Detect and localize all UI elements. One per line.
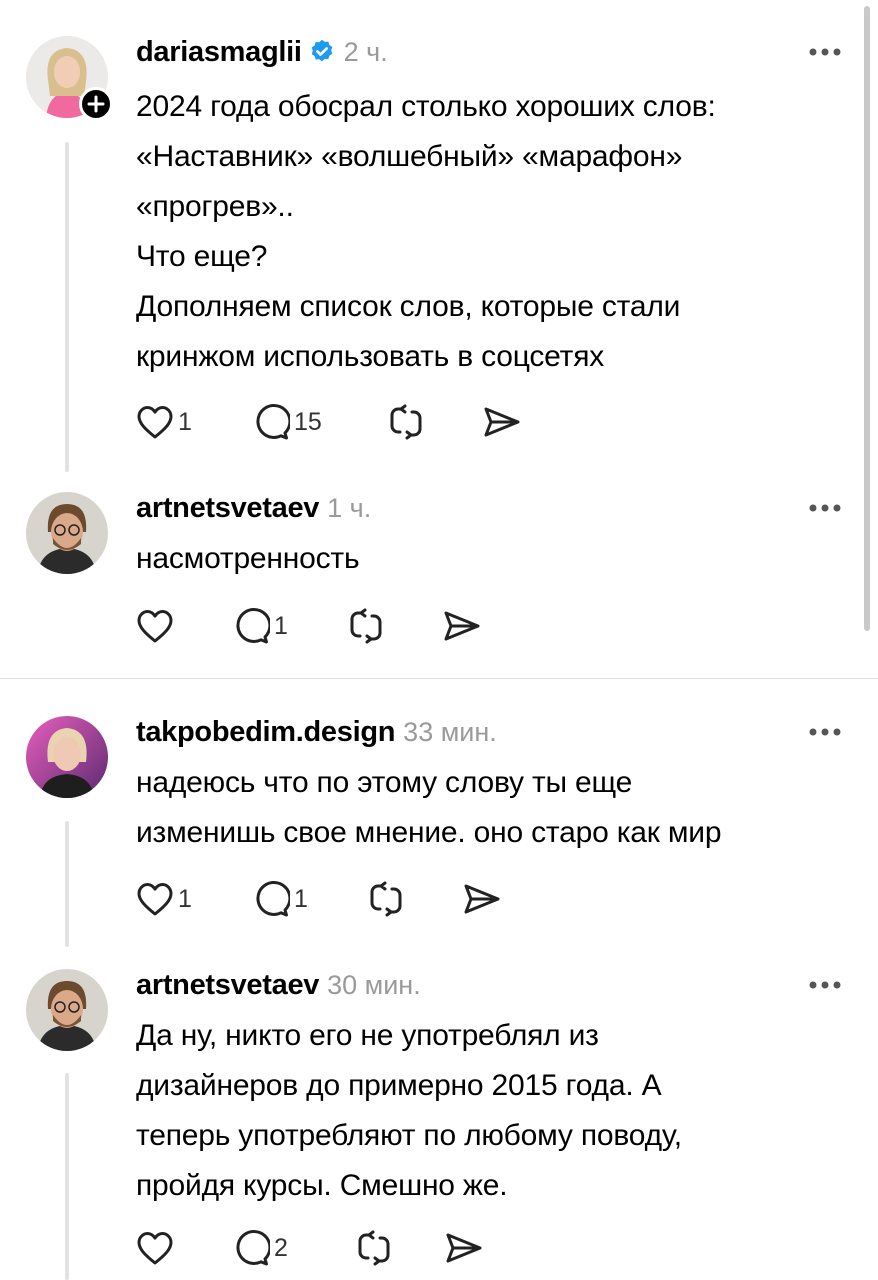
like-count: 1 bbox=[178, 884, 192, 913]
verified-icon bbox=[311, 39, 332, 62]
more-icon[interactable] bbox=[808, 979, 842, 991]
post-actions: 1 bbox=[136, 606, 482, 646]
repost-icon bbox=[350, 608, 382, 644]
share-icon bbox=[484, 407, 520, 437]
heart-icon bbox=[137, 406, 173, 439]
repost-button[interactable] bbox=[354, 1228, 444, 1268]
more-icon[interactable] bbox=[808, 726, 842, 738]
post-text: насмотренность bbox=[136, 542, 360, 575]
repost-button[interactable] bbox=[386, 402, 482, 442]
comment-button[interactable]: 1 bbox=[252, 880, 366, 918]
heart-icon bbox=[137, 883, 173, 916]
repost-icon bbox=[370, 881, 402, 917]
thread-line bbox=[65, 142, 69, 472]
comment-button[interactable]: 15 bbox=[252, 403, 386, 441]
reply-artnetsvetaev-1: artnetsvetaev 1 ч. насмотренность 1 bbox=[0, 480, 878, 678]
username[interactable]: artnetsvetaev bbox=[136, 492, 319, 525]
share-button[interactable] bbox=[482, 404, 522, 440]
repost-button[interactable] bbox=[366, 879, 462, 919]
share-button[interactable] bbox=[442, 608, 482, 644]
more-icon[interactable] bbox=[808, 502, 842, 514]
post-time: 2 ч. bbox=[343, 36, 388, 67]
like-button[interactable]: 1 bbox=[136, 404, 252, 440]
post-time: 33 мин. bbox=[403, 716, 497, 747]
heart-icon bbox=[137, 1232, 173, 1265]
avatar[interactable] bbox=[26, 969, 108, 1051]
share-button[interactable] bbox=[462, 881, 502, 917]
share-icon bbox=[444, 611, 480, 641]
username[interactable]: takpobedim.design bbox=[136, 716, 395, 749]
username[interactable]: artnetsvetaev bbox=[136, 969, 319, 1002]
post-time: 30 мин. bbox=[327, 969, 421, 1000]
comment-button[interactable]: 1 bbox=[232, 607, 346, 645]
heart-icon bbox=[137, 610, 173, 643]
thread-line bbox=[65, 1073, 69, 1280]
follow-button[interactable] bbox=[79, 87, 113, 121]
like-button[interactable] bbox=[136, 608, 232, 644]
repost-icon bbox=[358, 1230, 390, 1266]
repost-button[interactable] bbox=[346, 606, 442, 646]
like-button[interactable] bbox=[136, 1230, 232, 1266]
comment-count: 1 bbox=[274, 611, 288, 640]
like-button[interactable]: 1 bbox=[136, 881, 252, 917]
comment-icon bbox=[256, 881, 290, 917]
username[interactable]: dariasmaglii bbox=[136, 36, 302, 69]
thread-line bbox=[65, 821, 69, 947]
comment-icon bbox=[256, 404, 290, 440]
post-text: Да ну, никто его не употреблял из дизайн… bbox=[136, 1019, 682, 1202]
post-dariasmaglii: dariasmaglii 2 ч. 2024 года обосрал стол… bbox=[0, 0, 878, 480]
share-button[interactable] bbox=[444, 1230, 484, 1266]
reply-artnetsvetaev-2: artnetsvetaev 30 мин. Да ну, никто его н… bbox=[0, 949, 878, 1280]
comment-button[interactable]: 2 bbox=[232, 1229, 354, 1267]
repost-icon bbox=[390, 404, 422, 440]
post-time: 1 ч. bbox=[327, 492, 372, 523]
post-actions: 1 15 bbox=[136, 402, 522, 442]
avatar[interactable] bbox=[26, 492, 108, 574]
post-actions: 1 1 bbox=[136, 879, 502, 919]
comment-count: 15 bbox=[294, 407, 322, 436]
avatar[interactable] bbox=[26, 716, 108, 798]
comment-count: 1 bbox=[294, 884, 308, 913]
share-icon bbox=[446, 1233, 482, 1263]
plus-icon bbox=[87, 95, 105, 113]
more-icon[interactable] bbox=[808, 46, 842, 58]
share-icon bbox=[464, 884, 500, 914]
comment-count: 2 bbox=[274, 1233, 288, 1262]
comment-icon bbox=[236, 608, 270, 644]
post-text: надеюсь что по этому слову ты еще измени… bbox=[136, 766, 722, 849]
comment-icon bbox=[236, 1230, 270, 1266]
like-count: 1 bbox=[178, 407, 192, 436]
scrollbar[interactable] bbox=[864, 6, 870, 631]
post-text: 2024 года обосрал столько хороших слов: … bbox=[136, 90, 716, 373]
post-actions: 2 bbox=[136, 1228, 484, 1268]
reply-takpobedim: takpobedim.design 33 мин. надеюсь что по… bbox=[0, 679, 878, 949]
